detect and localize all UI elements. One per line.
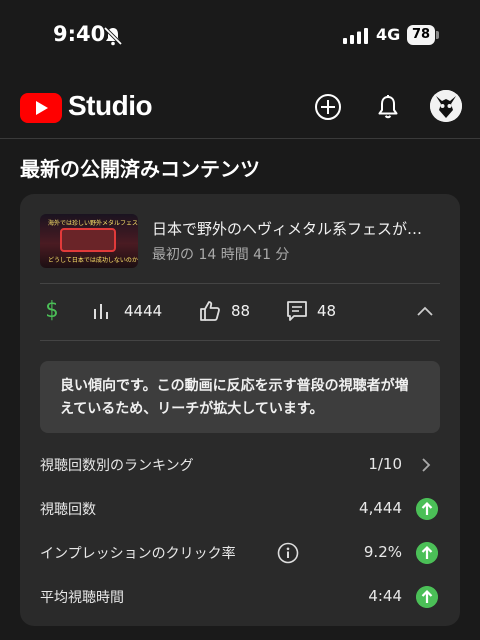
chevron-right-icon[interactable] — [418, 456, 434, 474]
metric-row-ranking[interactable]: 視聴回数別のランキング 1/10 — [20, 451, 460, 481]
video-title[interactable]: 日本で野外のヘヴィメタル系フェスが… — [152, 218, 442, 239]
thumbnail-stage-graphic — [60, 228, 116, 252]
metric-label: 視聴回数 — [40, 502, 96, 518]
avatar-face-icon — [430, 90, 462, 122]
metric-value: 4:44 — [368, 587, 402, 605]
header-divider — [0, 138, 480, 139]
insight-message: 良い傾向です。この動画に反応を示す普段の視聴者が増えているため、リーチが拡大して… — [40, 361, 440, 433]
thumbnail-caption-bottom: どうして日本では成功しないのか？ — [48, 257, 138, 264]
views-bar-icon — [94, 304, 108, 319]
info-icon[interactable] — [277, 542, 299, 564]
trend-up-icon — [416, 498, 438, 520]
trend-up-icon — [416, 586, 438, 608]
comments-count: 48 — [317, 302, 337, 320]
metric-value: 1/10 — [368, 455, 402, 473]
metric-row-views: 視聴回数 4,444 — [20, 495, 460, 525]
stats-row: $ 4444 88 48 — [20, 284, 460, 340]
status-bar: 9:40 4G 78 — [0, 0, 480, 70]
create-icon[interactable] — [313, 92, 343, 122]
avatar[interactable] — [430, 90, 462, 122]
metric-label: 視聴回数別のランキング — [40, 458, 194, 474]
trend-up-icon — [416, 542, 438, 564]
metric-label: インプレッションのクリック率 — [40, 546, 236, 562]
status-time: 9:40 — [53, 22, 106, 46]
thumbnail-caption-top: 海外では珍しい野外メタルフェス — [48, 220, 138, 227]
metric-value: 4,444 — [359, 499, 402, 517]
battery-icon: 78 — [407, 25, 440, 45]
app-header: Studio — [0, 78, 480, 138]
section-title: 最新の公開済みコンテンツ — [20, 157, 260, 181]
card-divider — [40, 340, 440, 341]
app-title[interactable]: Studio — [68, 90, 153, 122]
metric-row-ctr: インプレッションのクリック率 9.2% — [20, 539, 460, 569]
youtube-logo-icon[interactable] — [20, 93, 62, 123]
video-timeframe: 最初の 14 時間 41 分 — [152, 247, 290, 263]
latest-content-card: 海外では珍しい野外メタルフェス どうして日本では成功しないのか？ 日本で野外のヘ… — [20, 194, 460, 626]
metric-label: 平均視聴時間 — [40, 590, 124, 606]
battery-level: 78 — [407, 25, 435, 45]
thumbs-up-icon — [200, 301, 220, 321]
likes-count: 88 — [231, 302, 251, 320]
comment-icon — [287, 301, 307, 321]
metric-row-avg-watch-time: 平均視聴時間 4:44 — [20, 583, 460, 613]
network-type: 4G — [376, 25, 401, 44]
bell-off-icon — [103, 26, 123, 46]
signal-icon — [343, 28, 368, 44]
bell-icon[interactable] — [373, 92, 403, 122]
chevron-up-icon[interactable] — [414, 301, 436, 323]
metric-value: 9.2% — [363, 543, 402, 561]
monetization-icon: $ — [45, 298, 59, 323]
views-count: 4444 — [124, 302, 163, 320]
video-thumbnail[interactable]: 海外では珍しい野外メタルフェス どうして日本では成功しないのか？ — [40, 214, 138, 268]
